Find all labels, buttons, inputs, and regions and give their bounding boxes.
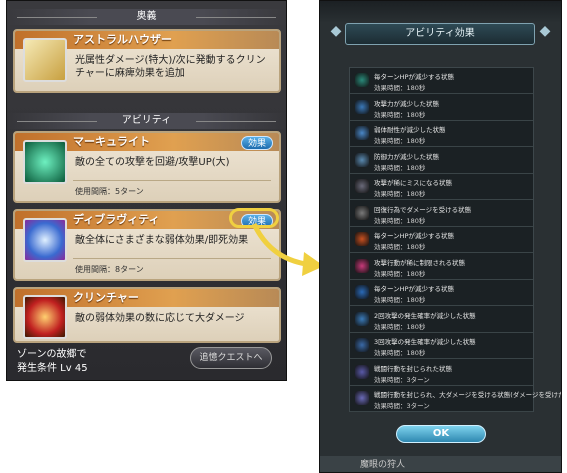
effect-title: 毎ターンHPが減少する状態 bbox=[374, 285, 454, 293]
status-effect-icon bbox=[355, 99, 369, 114]
status-effect-icon bbox=[355, 338, 369, 352]
section-header-ability: アビリティ bbox=[7, 113, 286, 129]
status-effect-icon bbox=[355, 364, 369, 379]
card-desc: 光属性ダメージ(特大)/次に発動するクリンチャーに麻痺効果を追加 bbox=[75, 55, 266, 79]
status-effect-icon bbox=[355, 179, 369, 193]
effect-title: 回復行為でダメージを受ける状態 bbox=[374, 205, 472, 214]
depravity-icon bbox=[23, 218, 67, 262]
status-effect-icon bbox=[355, 311, 369, 326]
effect-duration: 効果時間：180秒 bbox=[374, 349, 426, 357]
effect-row: 毎ターンHPが減少する状態 効果時間：180秒 bbox=[350, 68, 533, 94]
effect-title: 毎ターンHPが減少する状態 bbox=[374, 232, 454, 240]
effect-title: 攻撃行動が稀に制限される状態 bbox=[374, 258, 465, 267]
ability-card-3[interactable]: クリンチャー 敵の弱体効果の数に応じて大ダメージ bbox=[13, 287, 281, 343]
arrow-icon bbox=[251, 222, 324, 276]
effect-duration: 効果時間：3ターン bbox=[374, 402, 430, 410]
divider bbox=[73, 258, 271, 259]
effect-title: 攻撃が稀にミスになる状態 bbox=[374, 179, 452, 187]
quest-button[interactable]: 追憶クエストへ bbox=[190, 347, 272, 369]
effect-duration: 効果時間：180秒 bbox=[374, 243, 426, 251]
status-effect-icon bbox=[355, 232, 369, 246]
effect-duration: 効果時間：180秒 bbox=[374, 216, 426, 225]
effect-duration: 効果時間：180秒 bbox=[374, 84, 426, 92]
ability-panel: 奥義 アストラルハウザー 光属性ダメージ(特大)/次に発動するクリンチャーに麻痺… bbox=[6, 0, 287, 381]
ornament-icon: ◆ bbox=[539, 23, 551, 39]
status-effect-icon bbox=[355, 391, 369, 405]
dialog-title: アビリティ効果 bbox=[345, 23, 535, 45]
effect-dialog: ◆ ◆ アビリティ効果 毎ターンHPが減少する状態 効果時間：180秒 攻撃力が減少… bbox=[319, 0, 562, 473]
cooldown-text: 使用間隔：5ターン bbox=[75, 187, 144, 196]
effect-title: 弱体耐性が減少した状態 bbox=[374, 126, 446, 134]
effect-title: 毎ターンHPが減少する状態 bbox=[374, 73, 454, 81]
effect-duration: 効果時間：180秒 bbox=[374, 190, 426, 198]
effect-title: 戦闘行動を封じられ、大ダメージを受ける状態(ダメージを受けた時解除) bbox=[374, 391, 561, 399]
effect-row: 毎ターンHPが減少する状態 効果時間：180秒 bbox=[350, 280, 533, 306]
astral-hauser-icon bbox=[23, 38, 67, 82]
status-effect-icon bbox=[355, 285, 369, 299]
effect-title: 攻撃力が減少した状態 bbox=[374, 99, 439, 108]
bottom-bar: 魔眼の狩人 bbox=[320, 456, 561, 472]
status-effect-icon bbox=[355, 152, 369, 167]
effect-list[interactable]: 毎ターンHPが減少する状態 効果時間：180秒 攻撃力が減少した状態 効果時間：180… bbox=[349, 67, 561, 412]
status-effect-icon bbox=[355, 126, 369, 140]
effect-title: 戦闘行動を封じられた状態 bbox=[374, 364, 452, 373]
effect-duration: 効果時間：3ターン bbox=[374, 375, 430, 384]
effect-row: 攻撃が稀にミスになる状態 効果時間：180秒 bbox=[350, 174, 533, 200]
effect-row: 回復行為でダメージを受ける状態 効果時間：180秒 bbox=[350, 201, 533, 227]
effect-row: 3回攻撃の発生確率が減少した状態 効果時間：180秒 bbox=[350, 333, 533, 359]
effect-button[interactable]: 効果 bbox=[240, 136, 273, 150]
effect-title: 防御力が減少した状態 bbox=[374, 152, 439, 161]
status-effect-icon bbox=[355, 258, 369, 273]
status-effect-icon bbox=[355, 205, 369, 220]
dialog-top-bar bbox=[320, 1, 561, 23]
effect-row: 防御力が減少した状態 効果時間：180秒 bbox=[350, 148, 533, 174]
mercurite-icon bbox=[23, 140, 67, 184]
effect-title: 3回攻撃の発生確率が減少した状態 bbox=[374, 338, 476, 346]
card-desc: 敵の弱体効果の数に応じて大ダメージ bbox=[75, 313, 245, 324]
effect-duration: 効果時間：180秒 bbox=[374, 296, 426, 304]
effect-row: 2回攻撃の発生確率が減少した状態 効果時間：180秒 bbox=[350, 307, 533, 333]
ok-button[interactable]: OK bbox=[396, 425, 486, 443]
effect-row: 戦闘行動を封じられた状態 効果時間：3ターン bbox=[350, 360, 533, 386]
card-desc: 敵の全ての攻撃を回避/攻撃UP(大) bbox=[75, 157, 230, 168]
card-desc: 敵全体にさまざまな弱体効果/即死効果 bbox=[75, 235, 249, 246]
ability-card-1[interactable]: マーキュライト 効果 敵の全ての攻撃を回避/攻撃UP(大) 使用間隔：5ターン bbox=[13, 131, 281, 203]
effect-title: 2回攻撃の発生確率が減少した状態 bbox=[374, 311, 476, 320]
effect-duration: 効果時間：180秒 bbox=[374, 137, 426, 145]
effect-row: 攻撃行動が稀に制限される状態 効果時間：180秒 bbox=[350, 254, 533, 280]
clincher-icon bbox=[23, 295, 67, 339]
footer-line1: ゾーンの故郷で bbox=[17, 349, 87, 360]
section-header-ougi: 奥義 bbox=[7, 9, 286, 25]
effect-duration: 効果時間：180秒 bbox=[374, 110, 426, 119]
ornament-icon: ◆ bbox=[330, 23, 342, 39]
cooldown-text: 使用間隔：8ターン bbox=[75, 265, 144, 274]
effect-duration: 効果時間：180秒 bbox=[374, 322, 426, 331]
status-effect-icon bbox=[355, 73, 369, 87]
effect-duration: 効果時間：180秒 bbox=[374, 269, 426, 278]
effect-row: 弱体耐性が減少した状態 効果時間：180秒 bbox=[350, 121, 533, 147]
effect-duration: 効果時間：180秒 bbox=[374, 163, 426, 172]
effect-row: 毎ターンHPが減少する状態 効果時間：180秒 bbox=[350, 227, 533, 253]
effect-row: 攻撃力が減少した状態 効果時間：180秒 bbox=[350, 95, 533, 121]
divider bbox=[73, 180, 271, 181]
ougi-card[interactable]: アストラルハウザー 光属性ダメージ(特大)/次に発動するクリンチャーに麻痺効果を… bbox=[13, 29, 281, 93]
effect-row: 戦闘行動を封じられ、大ダメージを受ける状態(ダメージを受けた時解除) 効果時間：3… bbox=[350, 386, 561, 412]
footer-line2: 発生条件 Lv 45 bbox=[17, 363, 88, 374]
